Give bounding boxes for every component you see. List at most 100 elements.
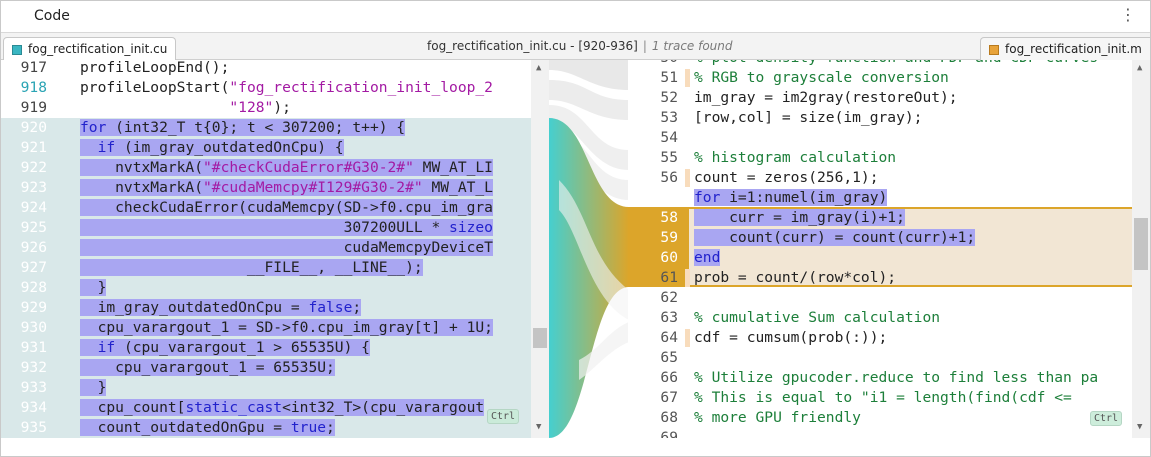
code-line[interactable]: 61 prob = count/(row*col);: [628, 268, 1133, 288]
code-line[interactable]: 929 im_gray_outdatedOnCpu = false;: [1, 298, 549, 318]
code-line[interactable]: 64 cdf = cumsum(prob(:));: [628, 328, 1133, 348]
code-line[interactable]: 65: [628, 348, 1133, 368]
code-line[interactable]: 922 nvtxMarkA("#checkCudaError#G30-2#" M…: [1, 158, 549, 178]
code-token: nvtxMarkA(: [80, 179, 204, 196]
code-token: );: [273, 99, 291, 116]
left-vertical-scroll-thumb[interactable]: [533, 328, 547, 348]
line-number: 61: [660, 269, 678, 286]
code-line[interactable]: 55 % histogram calculation: [628, 148, 1133, 168]
code-line[interactable]: 919 "128");: [1, 98, 549, 118]
code-line[interactable]: 68 % more GPU friendly: [628, 408, 1133, 428]
scroll-up-arrow-icon[interactable]: ▲: [1137, 63, 1142, 73]
code-line[interactable]: 59 count(curr) = count(curr)+1;: [628, 228, 1133, 248]
code-line[interactable]: 923 nvtxMarkA("#cudaMemcpy#I129#G30-2#" …: [1, 178, 549, 198]
code-line[interactable]: 66 % Utilize gpucoder.reduce to find less…: [628, 368, 1133, 388]
code-line[interactable]: 934 cpu_count[static_cast<int32_T>(cpu_v…: [1, 398, 549, 418]
code-text: prob = count/(row*col);: [694, 268, 896, 288]
code-line[interactable]: 920 for (int32_T t{0}; t < 307200; t++) {: [1, 118, 549, 138]
code-line[interactable]: 52 im_gray = im2gray(restoreOut);: [628, 88, 1133, 108]
line-number: 935: [20, 419, 47, 436]
code-line[interactable]: 917 profileLoopEnd();: [1, 60, 549, 78]
code-token: if: [97, 139, 116, 156]
scroll-down-arrow-icon[interactable]: ▼: [1137, 422, 1142, 432]
line-number: 926: [20, 239, 47, 256]
code-text: checkCudaError(cudaMemcpy(SD->f0.cpu_im_…: [80, 198, 493, 218]
code-text: % plot density function and PDF and CDF …: [694, 60, 1098, 68]
line-number: 69: [660, 429, 678, 438]
code-line[interactable]: 60 end: [628, 248, 1133, 268]
code-line[interactable]: 933 }: [1, 378, 549, 398]
code-token: im_gray = im2gray(restoreOut);: [694, 89, 958, 106]
tab-left-file[interactable]: fog_rectification_init.cu: [3, 37, 176, 60]
scroll-down-arrow-icon[interactable]: ▼: [536, 422, 541, 432]
code-text: for i=1:numel(im_gray): [694, 188, 888, 208]
left-vertical-scrollbar[interactable]: ▲ ▼: [531, 60, 549, 438]
code-line[interactable]: 925 307200ULL * sizeo: [1, 218, 549, 238]
line-number: 933: [20, 379, 47, 396]
code-line[interactable]: 50 % plot density function and PDF and CD…: [628, 60, 1133, 68]
tab-left-label: fog_rectification_init.cu: [28, 42, 168, 56]
code-text: im_gray = im2gray(restoreOut);: [694, 88, 958, 108]
code-line[interactable]: 932 cpu_varargout_1 = 65535U;: [1, 358, 549, 378]
line-number: 923: [20, 179, 47, 196]
code-token: prob = count/(row*col);: [694, 269, 897, 286]
trace-link-ribbon: [549, 60, 629, 438]
trace-ribbon-graphic: [549, 60, 629, 438]
code-line[interactable]: 58 curr = im_gray(i)+1;: [628, 208, 1133, 228]
line-number: 50: [650, 60, 678, 68]
code-line[interactable]: 935 count_outdatedOnGpu = true;: [1, 418, 549, 438]
code-text: for (int32_T t{0}; t < 307200; t++) {: [80, 118, 406, 138]
code-text: cpu_varargout_1 = SD->f0.cpu_im_gray[t] …: [80, 318, 493, 338]
code-line[interactable]: 57 for i=1:numel(im_gray): [628, 188, 1133, 208]
line-number: 63: [660, 309, 678, 326]
code-token: checkCudaError(cudaMemcpy(SD->f0.cpu_im_…: [80, 199, 493, 216]
right-vertical-scrollbar[interactable]: ▲ ▼: [1132, 60, 1150, 438]
code-token: "fog_rectification_init_loop_2: [229, 79, 493, 96]
line-number: 928: [20, 279, 47, 296]
right-vertical-scroll-thumb[interactable]: [1134, 218, 1148, 270]
code-token: false: [308, 299, 353, 316]
code-token: true: [290, 419, 327, 436]
code-line[interactable]: 69: [628, 428, 1133, 438]
right-code-pane[interactable]: 50 % plot density function and PDF and CD…: [628, 60, 1150, 438]
code-token: cdf = cumsum(prob(:));: [694, 329, 888, 346]
left-code-pane[interactable]: 917 profileLoopEnd(); 918 profileLoopStart(…: [1, 60, 549, 438]
code-line[interactable]: 53 [row,col] = size(im_gray);: [628, 108, 1133, 128]
code-text: end: [694, 248, 721, 268]
code-token: cpu_varargout_1 = 65535U;: [80, 359, 335, 376]
line-number: 58: [660, 209, 678, 226]
code-line[interactable]: 56 count = zeros(256,1);: [628, 168, 1133, 188]
code-text: % more GPU friendly: [694, 408, 861, 428]
code-line[interactable]: 927 __FILE__, __LINE__);: [1, 258, 549, 278]
code-line[interactable]: 67 % This is equal to "i1 = length(find(c…: [628, 388, 1133, 408]
code-text: }: [80, 378, 107, 398]
code-token: end: [694, 249, 721, 266]
code-line[interactable]: 930 cpu_varargout_1 = SD->f0.cpu_im_gray…: [1, 318, 549, 338]
code-line[interactable]: 54: [628, 128, 1133, 148]
tab-right-file[interactable]: fog_rectification_init.m: [980, 37, 1150, 60]
code-line[interactable]: 51 % RGB to grayscale conversion: [628, 68, 1133, 88]
code-token: cpu_count[: [80, 399, 186, 416]
code-line[interactable]: 924 checkCudaError(cudaMemcpy(SD->f0.cpu…: [1, 198, 549, 218]
code-line[interactable]: 928 }: [1, 278, 549, 298]
code-text: }: [80, 278, 107, 298]
code-text: if (cpu_varargout_1 > 65535U) {: [80, 338, 370, 358]
line-number: 929: [20, 299, 47, 316]
trace-separator: |: [642, 39, 647, 53]
code-line[interactable]: 63 % cumulative Sum calculation: [628, 308, 1133, 328]
code-token: [80, 139, 98, 156]
code-line[interactable]: 921 if (im_gray_outdatedOnCpu) {: [1, 138, 549, 158]
code-line[interactable]: 926 cudaMemcpyDeviceT: [1, 238, 549, 258]
code-text: count = zeros(256,1);: [694, 168, 879, 188]
kebab-menu-icon[interactable]: ⋮: [1120, 6, 1136, 24]
code-line[interactable]: 918 profileLoopStart("fog_rectification_i…: [1, 78, 549, 98]
code-token: count_outdatedOnGpu =: [80, 419, 291, 436]
code-text: cpu_varargout_1 = 65535U;: [80, 358, 335, 378]
scroll-up-arrow-icon[interactable]: ▲: [536, 63, 541, 73]
code-token: im_gray_outdatedOnCpu =: [80, 299, 309, 316]
code-text: if (im_gray_outdatedOnCpu) {: [80, 138, 344, 158]
code-line[interactable]: 931 if (cpu_varargout_1 > 65535U) {: [1, 338, 549, 358]
code-line[interactable]: 62: [628, 288, 1133, 308]
line-number: 931: [20, 339, 47, 356]
